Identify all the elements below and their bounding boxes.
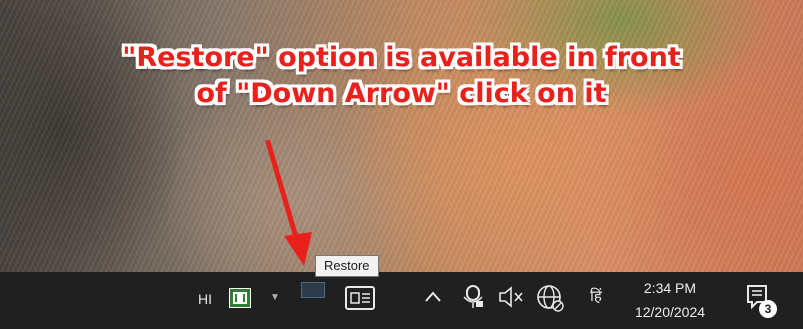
- language-indicator[interactable]: HI: [198, 291, 212, 307]
- desktop-wallpaper: "Restore" option is available in front o…: [0, 0, 803, 272]
- down-arrow-icon[interactable]: ▼: [270, 292, 280, 303]
- task-view-icon[interactable]: [345, 285, 375, 311]
- clock-time: 2:34 PM: [643, 280, 697, 296]
- taskbar: HI ▼ हिं 2:34 PM 12/20/2024 3: [0, 272, 803, 329]
- clock[interactable]: 2:34 PM 12/20/2024: [622, 276, 718, 324]
- speaker-muted-icon[interactable]: [497, 283, 525, 311]
- annotation-line-1: "Restore" option is available in front: [122, 42, 681, 73]
- ime-indicator-icon[interactable]: [229, 288, 251, 308]
- restore-window-icon[interactable]: [301, 282, 325, 298]
- restore-tooltip: Restore: [315, 255, 379, 277]
- clock-date: 12/20/2024: [634, 304, 706, 320]
- camera-mic-icon[interactable]: [462, 283, 486, 311]
- hindi-input-icon[interactable]: हिं: [590, 286, 602, 306]
- globe-network-icon[interactable]: [535, 283, 565, 313]
- chevron-up-icon[interactable]: [423, 284, 443, 310]
- annotation-arrow-icon: [265, 140, 312, 266]
- annotation-line-2: of "Down Arrow" click on it: [196, 78, 607, 109]
- annotation-text: "Restore" option is available in front o…: [40, 40, 763, 112]
- notification-count-badge: 3: [759, 300, 777, 318]
